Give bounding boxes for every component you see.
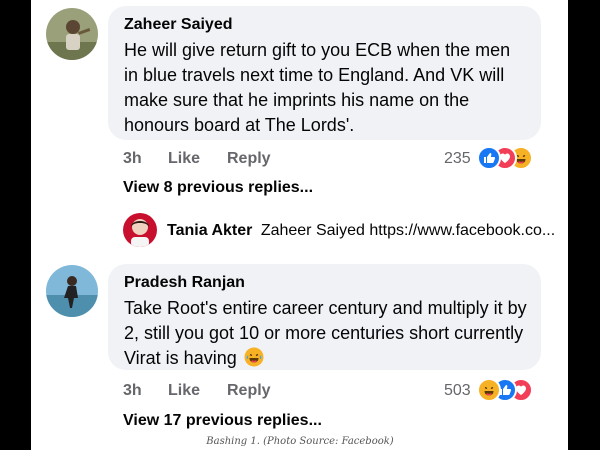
comment-time[interactable]: 3h [123,150,142,168]
reply-text: Zaheer Saiyed https://www.facebook.co... [260,222,556,239]
like-reaction-icon [477,146,501,170]
view-previous-replies-link[interactable]: View 17 previous replies... [123,412,322,430]
avatar-image [123,213,157,247]
haha-reaction-icon [477,378,501,402]
comment-bubble: Zaheer Saiyed He will give return gift t… [108,6,541,140]
comment-text: He will give return gift to you ECB when… [124,40,511,135]
reaction-count[interactable]: 235 [444,150,471,168]
image-caption: Bashing 1. (Photo Source: Facebook) [206,436,394,447]
comment-author[interactable]: Pradesh Ranjan [124,274,527,292]
reply-author[interactable]: Tania Akter [167,222,252,239]
avatar[interactable] [46,8,98,60]
reply-avatar[interactable] [123,213,157,247]
reply-preview[interactable]: Tania Akter Zaheer Saiyed https://www.fa… [167,222,555,240]
comment-text: Take Root's entire career century and mu… [124,296,527,374]
avatar-image [46,8,98,60]
view-previous-replies-link[interactable]: View 8 previous replies... [123,179,313,197]
comment-bubble: Pradesh Ranjan Take Root's entire career… [108,264,541,370]
comment-text-content: Take Root's entire career century and mu… [124,298,527,368]
reaction-icons[interactable] [477,378,547,402]
reply-button[interactable]: Reply [227,382,271,400]
comment-time[interactable]: 3h [123,382,142,400]
laughing-emoji-icon [244,347,264,374]
reaction-icons[interactable] [477,146,547,170]
like-button[interactable]: Like [168,382,200,400]
reply-button[interactable]: Reply [227,150,271,168]
comment-author[interactable]: Zaheer Saiyed [124,16,527,34]
comment-thread: Zaheer Saiyed He will give return gift t… [31,0,568,450]
avatar-image [46,265,98,317]
like-button[interactable]: Like [168,150,200,168]
reaction-count[interactable]: 503 [444,382,471,400]
avatar[interactable] [46,265,98,317]
